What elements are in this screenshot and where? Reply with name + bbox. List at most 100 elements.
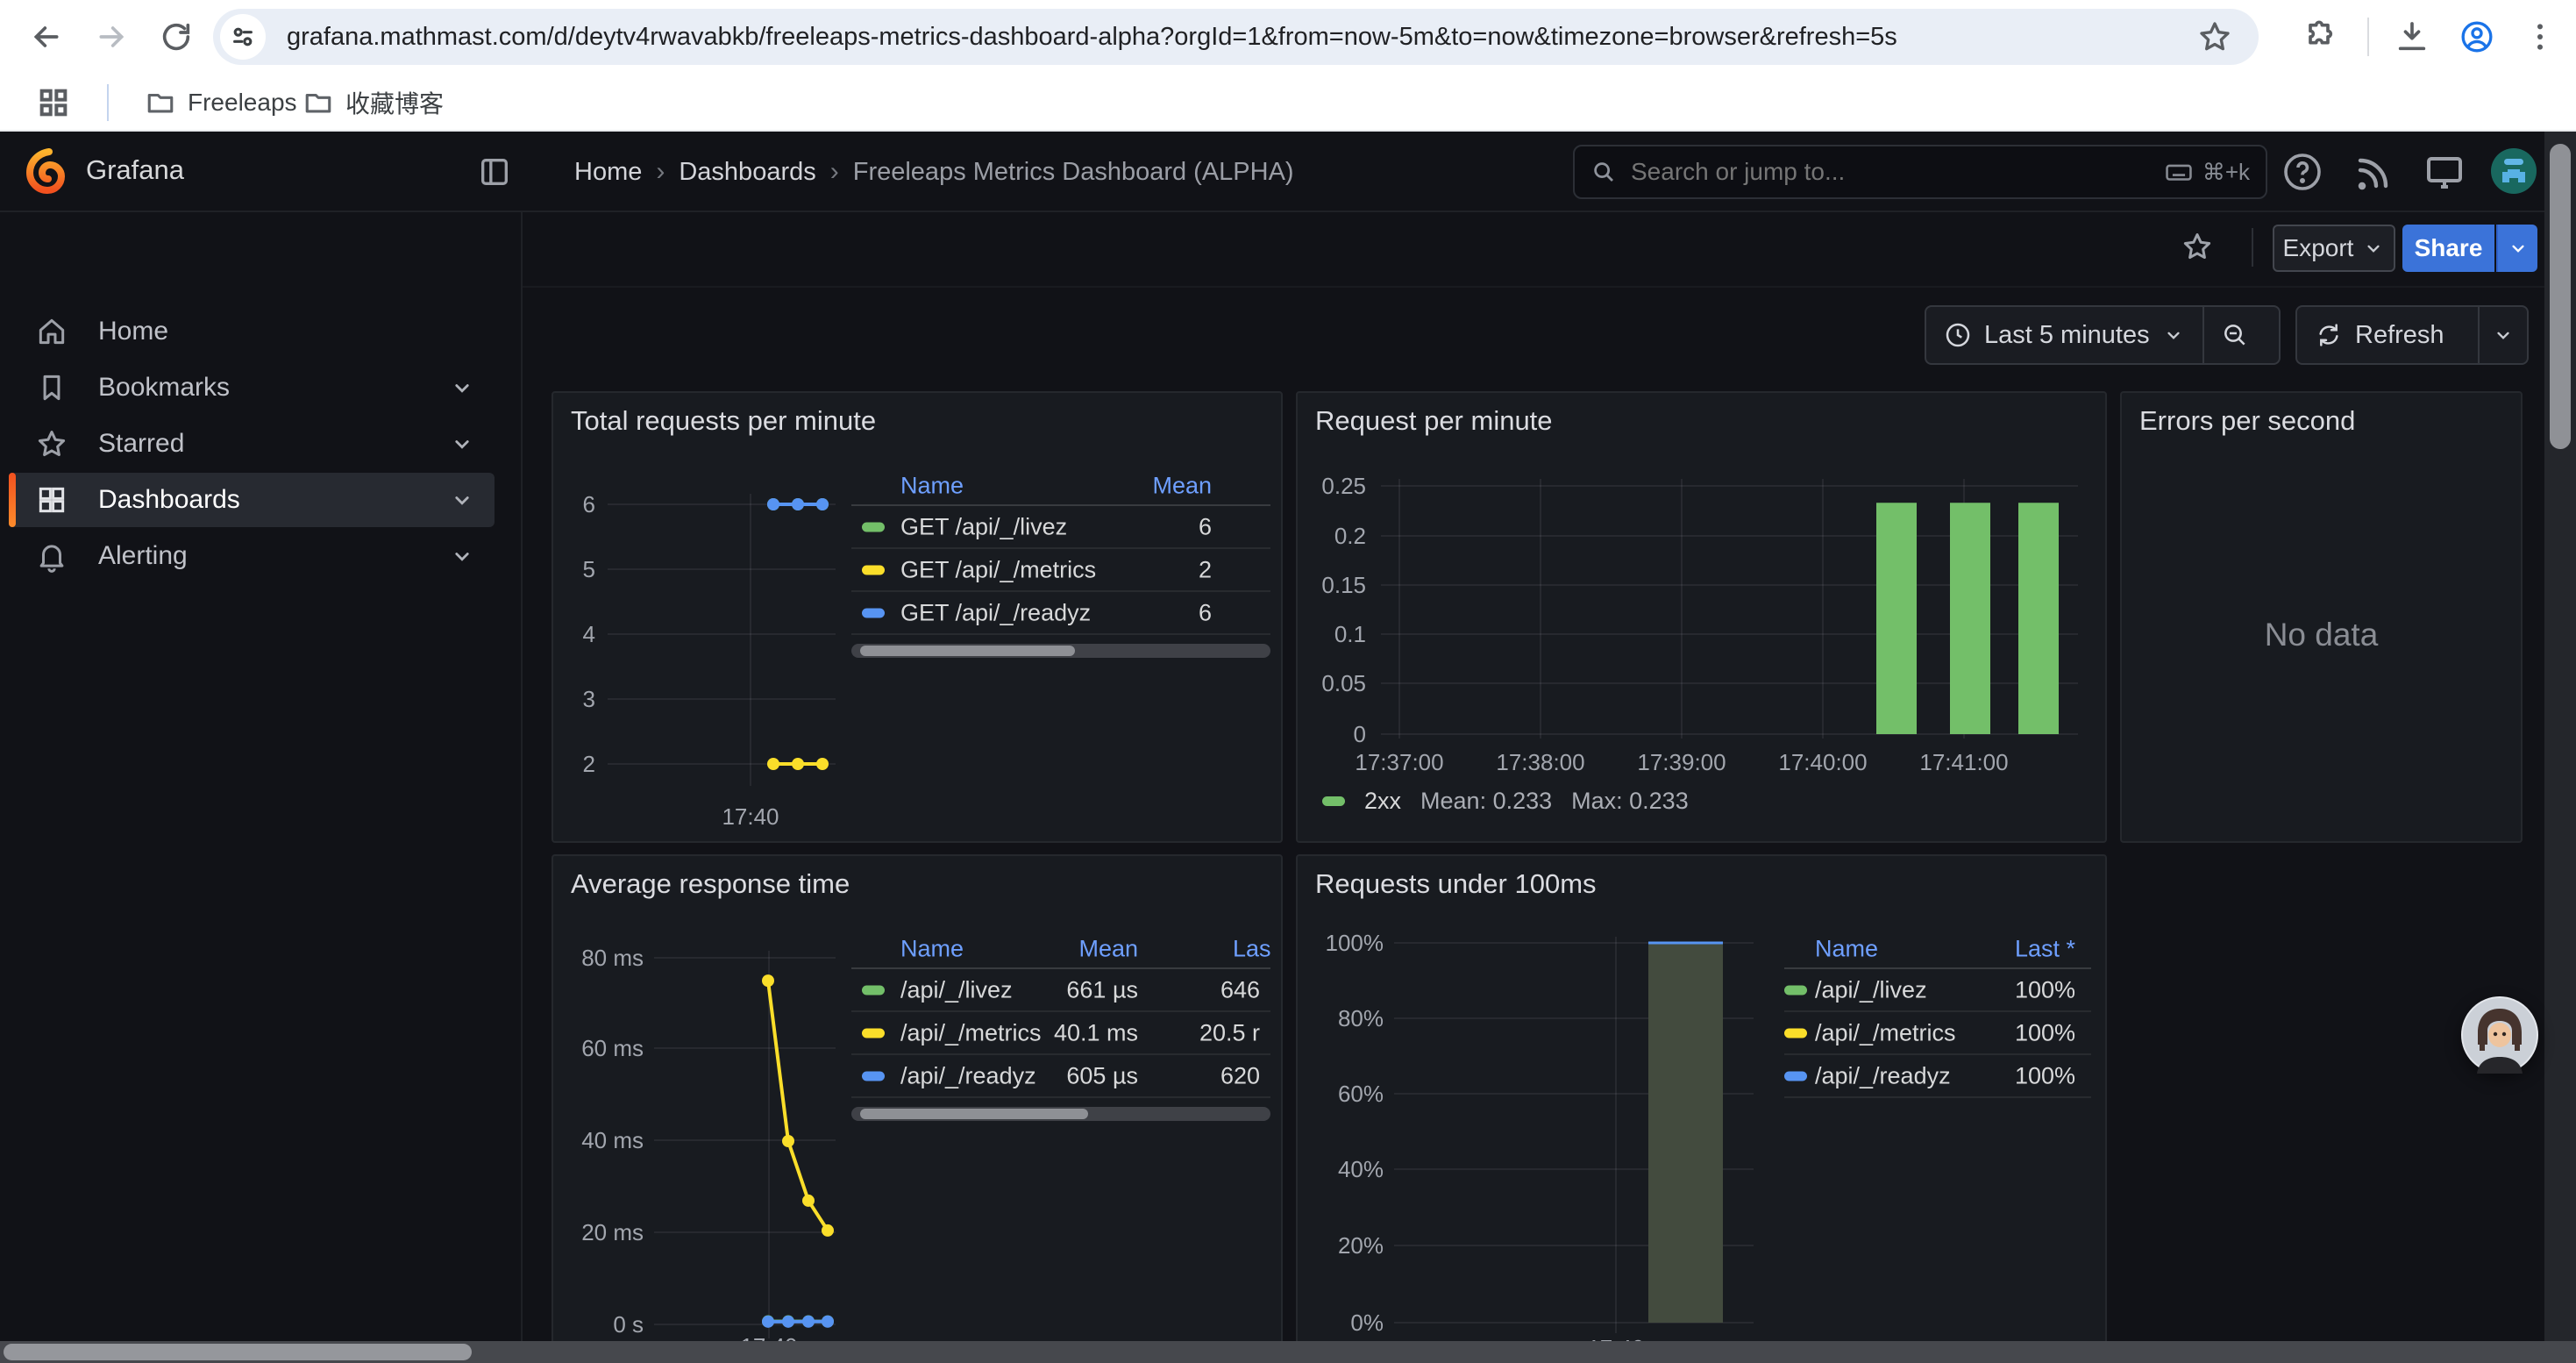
series-color-swatch — [862, 522, 885, 532]
x-tick-label: 17:40 — [722, 803, 779, 830]
legend-row[interactable]: /api/_/readyz 100% — [1784, 1055, 2091, 1098]
legend-row[interactable]: GET /api/_/metrics 2 — [851, 549, 1270, 592]
breadcrumb-dashboards[interactable]: Dashboards — [679, 158, 815, 187]
legend-col-name[interactable]: Name — [900, 936, 964, 963]
share-dropdown-button[interactable] — [2496, 225, 2537, 272]
legend-row[interactable]: /api/_/livez 100% — [1784, 969, 2091, 1012]
download-icon[interactable] — [2390, 15, 2434, 59]
bookmark-folder-freeleaps[interactable]: Freeleaps — [132, 82, 311, 124]
breadcrumb-home[interactable]: Home — [574, 158, 642, 187]
refresh-label: Refresh — [2355, 321, 2444, 350]
legend-col-mean[interactable]: Mean — [1078, 936, 1138, 963]
sidebar-item-bookmarks[interactable]: Bookmarks — [9, 360, 495, 415]
search-box[interactable]: ⌘+k — [1573, 145, 2267, 199]
sidebar-item-label: Home — [98, 317, 168, 346]
bookmarks-bar: Freeleaps 收藏博客 — [0, 74, 2576, 132]
omnibox[interactable] — [213, 9, 2259, 65]
time-range-picker[interactable]: Last 5 minutes — [1926, 307, 2202, 363]
legend-col-last[interactable]: Las — [1233, 936, 1271, 963]
y-tick-label: 0% — [1350, 1309, 1384, 1336]
reload-icon[interactable] — [154, 15, 198, 59]
bookmark-folder-blogs[interactable]: 收藏博客 — [289, 82, 458, 124]
series-name[interactable]: /api/_/livez — [1815, 976, 1927, 1003]
series-mean-value: 2 — [1199, 556, 1212, 583]
zoom-out-button[interactable] — [2204, 307, 2266, 363]
series-last-value: 100% — [2015, 1019, 2075, 1046]
profile-icon[interactable] — [2455, 15, 2499, 59]
series-name[interactable]: /api/_/readyz — [1815, 1062, 1951, 1089]
legend-row[interactable]: /api/_/metrics 100% — [1784, 1012, 2091, 1055]
legend-row[interactable]: GET /api/_/readyz 6 — [851, 592, 1270, 635]
legend-row[interactable]: 2xx Mean: 0.233 Max: 0.233 — [1322, 788, 1689, 815]
star-icon — [35, 427, 68, 460]
legend-scrollbar[interactable] — [851, 644, 1270, 658]
data-point — [767, 758, 779, 770]
sidebar-item-dashboards[interactable]: Dashboards — [9, 473, 495, 527]
refresh-interval-dropdown[interactable] — [2480, 307, 2527, 363]
forward-icon[interactable] — [89, 15, 133, 59]
x-tick-label: 17:38:00 — [1496, 749, 1584, 775]
chevron-down-icon[interactable] — [449, 431, 475, 457]
series-name[interactable]: GET /api/_/readyz — [900, 599, 1091, 626]
home-icon — [35, 315, 68, 348]
user-avatar[interactable] — [2490, 147, 2537, 195]
series-name[interactable]: /api/_/readyz — [900, 1062, 1036, 1089]
bookmark-star-icon[interactable] — [2197, 19, 2232, 54]
help-icon[interactable] — [2281, 151, 2323, 193]
export-button[interactable]: Export — [2273, 225, 2395, 272]
chevron-down-icon[interactable] — [449, 543, 475, 569]
time-range-group: Last 5 minutes — [1925, 305, 2281, 365]
legend-row[interactable]: /api/_/readyz 605 µs 620 — [851, 1055, 1270, 1098]
bar — [1950, 503, 1990, 734]
legend-scrollbar[interactable] — [851, 1107, 1270, 1121]
news-rss-icon[interactable] — [2353, 151, 2395, 193]
panel-requests-under-100ms[interactable]: Requests under 100ms 100%80%60%40%20%0%1… — [1296, 854, 2107, 1363]
chevron-down-icon[interactable] — [449, 375, 475, 401]
sidebar-item-home[interactable]: Home — [9, 304, 495, 359]
bar — [2018, 503, 2059, 734]
legend-col-name[interactable]: Name — [900, 473, 964, 500]
sidebar-item-starred[interactable]: Starred — [9, 417, 495, 471]
series-name[interactable]: /api/_/metrics — [900, 1019, 1042, 1046]
legend-col-mean[interactable]: Mean — [1152, 473, 1212, 500]
menu-dots-icon[interactable] — [2518, 15, 2562, 59]
sidebar-collapse-icon[interactable] — [477, 154, 512, 189]
legend-row[interactable]: GET /api/_/livez 6 — [851, 506, 1270, 549]
favorite-star-icon[interactable] — [2181, 230, 2214, 263]
extensions-icon[interactable] — [2297, 15, 2341, 59]
legend-row[interactable]: /api/_/livez 661 µs 646 — [851, 969, 1270, 1012]
refresh-button[interactable]: Refresh — [2297, 307, 2478, 363]
share-button[interactable]: Share — [2402, 225, 2494, 272]
url-input[interactable] — [285, 22, 2259, 53]
no-data-message: No data — [2122, 428, 2521, 841]
assistant-avatar-widget[interactable] — [2461, 996, 2538, 1074]
horizontal-scrollbar-thumb[interactable] — [4, 1344, 472, 1360]
chevron-down-icon[interactable] — [449, 487, 475, 513]
series-name[interactable]: /api/_/livez — [900, 976, 1013, 1003]
vertical-scrollbar-thumb[interactable] — [2550, 144, 2571, 449]
request-per-minute-chart: 0.250.20.150.10.05017:37:0017:38:0017:39… — [1298, 393, 2107, 843]
panel-average-response-time[interactable]: Average response time 80 ms60 ms40 ms20 … — [551, 854, 1283, 1363]
apps-grid-icon[interactable] — [32, 81, 75, 125]
legend-row[interactable]: /api/_/metrics 40.1 ms 20.5 r — [851, 1012, 1270, 1055]
series-name[interactable]: /api/_/metrics — [1815, 1019, 1956, 1046]
site-settings-icon[interactable] — [220, 14, 266, 60]
dashboards-grid-icon — [35, 483, 68, 517]
search-input[interactable] — [1629, 157, 2152, 187]
y-tick-label: 0.1 — [1334, 621, 1366, 647]
sidebar-item-alerting[interactable]: Alerting — [9, 529, 495, 583]
panel-request-per-minute[interactable]: Request per minute 0.250.20.150.10.05017… — [1296, 391, 2107, 843]
legend-col-name[interactable]: Name — [1815, 936, 1878, 963]
grafana-logo[interactable] — [25, 147, 72, 195]
data-point — [802, 1316, 815, 1328]
bookmark-folder-label: 收藏博客 — [345, 85, 444, 120]
series-last-value: 620 — [1220, 1062, 1260, 1089]
series-name[interactable]: GET /api/_/metrics — [900, 556, 1096, 583]
monitor-icon[interactable] — [2423, 151, 2466, 193]
series-name[interactable]: 2xx — [1364, 788, 1401, 815]
panel-total-requests-per-minute[interactable]: Total requests per minute 6543217:40 Nam… — [551, 391, 1283, 843]
back-icon[interactable] — [25, 15, 68, 59]
panel-errors-per-second[interactable]: Errors per second No data — [2120, 391, 2523, 843]
series-name[interactable]: GET /api/_/livez — [900, 513, 1067, 540]
legend-col-last[interactable]: Last * — [2015, 936, 2075, 963]
